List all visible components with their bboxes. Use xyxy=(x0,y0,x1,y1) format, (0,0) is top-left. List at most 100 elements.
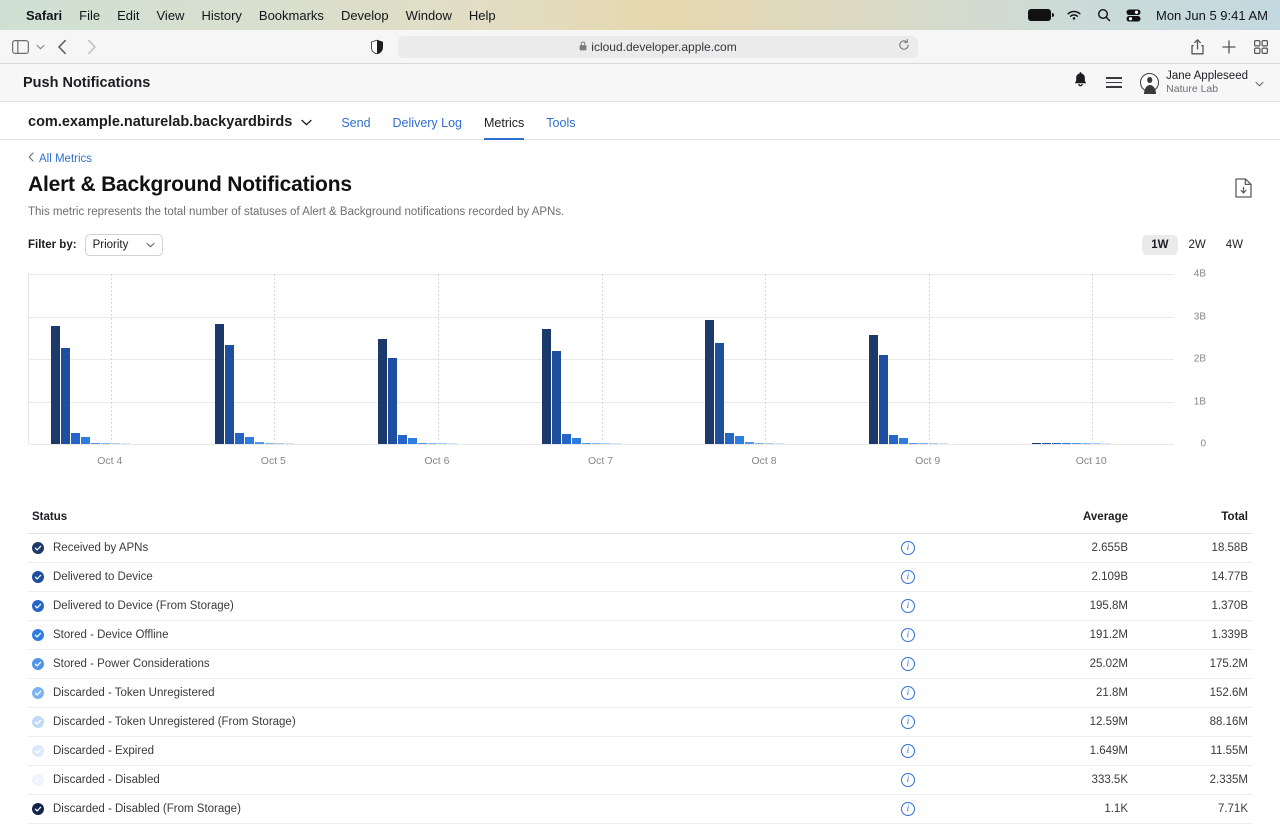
chart-bar[interactable] xyxy=(745,442,754,444)
table-row[interactable]: Discarded - Token Unregisteredi21.8M152.… xyxy=(28,679,1252,708)
battery-icon[interactable] xyxy=(1028,9,1051,21)
bell-icon[interactable] xyxy=(1073,72,1088,93)
info-icon[interactable]: i xyxy=(901,686,915,700)
tab-delivery-log[interactable]: Delivery Log xyxy=(382,116,473,139)
info-icon[interactable]: i xyxy=(901,541,915,555)
menu-item-safari[interactable]: Safari xyxy=(26,8,62,23)
info-icon[interactable]: i xyxy=(901,802,915,816)
info-icon[interactable]: i xyxy=(901,599,915,613)
menu-item-history[interactable]: History xyxy=(201,8,241,23)
table-row[interactable]: Discarded - Token Unregistered (From Sto… xyxy=(28,708,1252,737)
chart-bar[interactable] xyxy=(542,329,551,444)
info-icon[interactable]: i xyxy=(901,773,915,787)
chart-bar[interactable] xyxy=(398,435,407,444)
chart-bar[interactable] xyxy=(51,326,60,444)
info-icon[interactable]: i xyxy=(901,570,915,584)
menu-item-develop[interactable]: Develop xyxy=(341,8,389,23)
range-2w[interactable]: 2W xyxy=(1180,235,1215,255)
chart-bar[interactable] xyxy=(71,433,80,444)
chart-bar[interactable] xyxy=(919,443,928,444)
priority-filter-select[interactable]: Priority xyxy=(85,234,164,256)
chart-bar[interactable] xyxy=(775,443,784,444)
table-row[interactable]: Received by APNsi2.655B18.58B xyxy=(28,534,1252,563)
chart-bar[interactable] xyxy=(582,443,591,444)
info-icon[interactable]: i xyxy=(901,628,915,642)
menu-item-file[interactable]: File xyxy=(79,8,100,23)
chart-bar[interactable] xyxy=(1082,443,1091,444)
chart-bar[interactable] xyxy=(245,437,254,444)
back-to-all-metrics-link[interactable]: All Metrics xyxy=(28,152,1252,165)
table-row[interactable]: Discarded - Disabledi333.5K2.335M xyxy=(28,766,1252,795)
chart-bar[interactable] xyxy=(869,335,878,444)
table-row[interactable]: Discarded - Disabled (From Storage)i1.1K… xyxy=(28,795,1252,824)
chart-bar[interactable] xyxy=(265,443,274,444)
chart-bar[interactable] xyxy=(215,324,224,444)
chart-bar[interactable] xyxy=(929,443,938,444)
hamburger-icon[interactable] xyxy=(1106,77,1122,88)
chart-bar[interactable] xyxy=(1072,443,1081,444)
chart-bar[interactable] xyxy=(909,443,918,444)
privacy-shield-icon[interactable] xyxy=(370,39,384,55)
chart-bar-group[interactable] xyxy=(378,339,457,444)
menu-item-edit[interactable]: Edit xyxy=(117,8,139,23)
chart-bar-group[interactable] xyxy=(542,329,621,444)
chart-bar[interactable] xyxy=(81,437,90,444)
reload-icon[interactable] xyxy=(898,39,910,54)
chart-bar[interactable] xyxy=(378,339,387,444)
chart-bar[interactable] xyxy=(418,443,427,444)
user-account-menu[interactable]: Jane Appleseed Nature Lab xyxy=(1140,70,1264,95)
address-bar[interactable]: icloud.developer.apple.com xyxy=(398,36,918,58)
chart-bar[interactable] xyxy=(939,443,948,444)
chart-bar[interactable] xyxy=(889,435,898,444)
chart-bar[interactable] xyxy=(235,433,244,444)
tab-send[interactable]: Send xyxy=(330,116,381,139)
info-icon[interactable]: i xyxy=(901,657,915,671)
chart-bar[interactable] xyxy=(448,443,457,444)
range-1w[interactable]: 1W xyxy=(1142,235,1177,255)
chart-bar[interactable] xyxy=(602,443,611,444)
chart-bar[interactable] xyxy=(715,343,724,444)
menu-item-view[interactable]: View xyxy=(157,8,185,23)
table-row[interactable]: Discarded - Expiredi1.649M11.55M xyxy=(28,737,1252,766)
tab-metrics[interactable]: Metrics xyxy=(473,116,535,139)
chart-bar[interactable] xyxy=(899,438,908,444)
chart-bar[interactable] xyxy=(408,438,417,444)
table-row[interactable]: Stored - Device Offlinei191.2M1.339B xyxy=(28,621,1252,650)
plus-icon[interactable] xyxy=(1222,40,1236,54)
menu-bar-clock[interactable]: Mon Jun 5 9:41 AM xyxy=(1156,8,1268,23)
chart-bar-group[interactable] xyxy=(705,320,784,444)
chart-bar[interactable] xyxy=(725,433,734,444)
search-icon[interactable] xyxy=(1097,8,1111,22)
chart-bar[interactable] xyxy=(91,443,100,444)
chart-bar-group[interactable] xyxy=(869,335,948,444)
chart-bar[interactable] xyxy=(572,438,581,444)
chart-bar[interactable] xyxy=(438,443,447,444)
chart-bar[interactable] xyxy=(61,348,70,444)
chart-bar[interactable] xyxy=(879,355,888,444)
chart-bar[interactable] xyxy=(1052,443,1061,444)
chart-bar[interactable] xyxy=(552,351,561,445)
chart-bar[interactable] xyxy=(592,443,601,444)
chart-bar[interactable] xyxy=(562,434,571,444)
chart-bar[interactable] xyxy=(111,443,120,444)
chart-bar[interactable] xyxy=(755,443,764,444)
table-row[interactable]: Delivered to Devicei2.109B14.77B xyxy=(28,563,1252,592)
wifi-icon[interactable] xyxy=(1066,9,1082,21)
bundle-id-selector[interactable]: com.example.naturelab.backyardbirds xyxy=(28,114,312,139)
chart-bar[interactable] xyxy=(1092,443,1101,444)
chart-bar[interactable] xyxy=(1032,443,1041,444)
sidebar-chevron-down-icon[interactable] xyxy=(36,44,45,50)
menu-item-help[interactable]: Help xyxy=(469,8,496,23)
chart-bar[interactable] xyxy=(101,443,110,444)
chart-bar[interactable] xyxy=(1042,443,1051,444)
share-icon[interactable] xyxy=(1191,39,1204,55)
control-center-icon[interactable] xyxy=(1126,9,1141,22)
tab-tools[interactable]: Tools xyxy=(535,116,586,139)
range-4w[interactable]: 4W xyxy=(1217,235,1252,255)
sidebar-icon[interactable] xyxy=(12,40,29,54)
back-arrow-icon[interactable] xyxy=(57,39,68,55)
chart-bar[interactable] xyxy=(285,443,294,444)
info-icon[interactable]: i xyxy=(901,744,915,758)
chart-bar[interactable] xyxy=(121,443,130,444)
table-row[interactable]: Delivered to Device (From Storage)i195.8… xyxy=(28,592,1252,621)
